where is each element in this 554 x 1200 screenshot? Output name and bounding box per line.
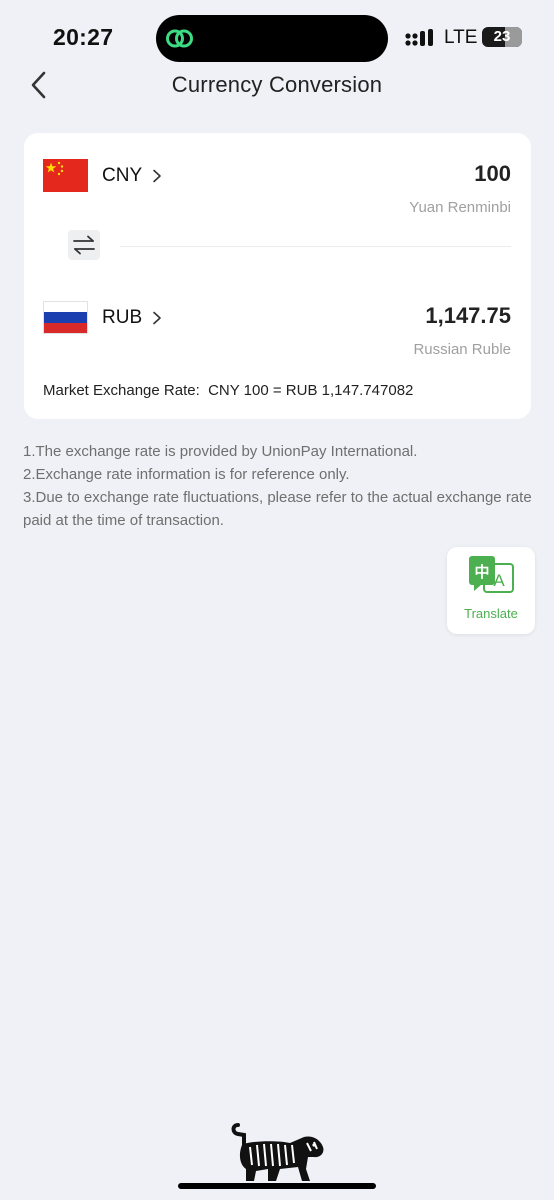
chevron-right-icon (153, 169, 161, 183)
note-item: 1.The exchange rate is provided by Union… (23, 443, 418, 460)
battery-level: 23 (493, 28, 511, 45)
from-currency-code: CNY (102, 165, 143, 186)
to-currency-row: RUB 1,147.75 Russian Ruble (24, 297, 531, 367)
from-currency-name: Yuan Renminbi (409, 199, 511, 216)
svg-text:A: A (493, 571, 505, 590)
divider (120, 246, 511, 247)
market-exchange-rate: Market Exchange Rate: CNY 100 = RUB 1,14… (43, 382, 413, 399)
translate-label: Translate (464, 606, 518, 621)
to-currency-selector[interactable]: RUB (102, 305, 162, 331)
note-item: 3.Due to exchange rate fluctuations, ple… (23, 489, 532, 529)
disclaimer-notes: 1.The exchange rate is provided by Union… (23, 440, 533, 532)
tiger-logo-icon (231, 1123, 324, 1181)
svg-text:中: 中 (474, 563, 489, 581)
from-amount-input[interactable]: 100 (474, 161, 511, 187)
swap-currencies-button[interactable] (68, 230, 100, 260)
chevron-right-icon (153, 311, 161, 325)
page-title: Currency Conversion (171, 72, 383, 97)
rate-value: CNY 100 = RUB 1,147.747082 (208, 382, 414, 399)
from-currency-row: CNY 100 Yuan Renminbi (24, 155, 531, 225)
signal-icon (405, 29, 433, 46)
from-currency-selector[interactable]: CNY (102, 163, 162, 189)
to-currency-name: Russian Ruble (413, 341, 511, 358)
russia-flag-icon[interactable] (43, 301, 88, 334)
translate-icon: A 中 (469, 556, 514, 593)
china-flag-icon[interactable] (43, 159, 88, 192)
to-currency-code: RUB (102, 307, 143, 328)
nav-bar: Currency Conversion (0, 62, 554, 108)
app-activity-icon (166, 29, 193, 48)
battery-icon: 23 (482, 27, 522, 47)
status-time: 20:27 (53, 24, 114, 50)
to-amount-input[interactable]: 1,147.75 (425, 303, 511, 329)
home-indicator[interactable] (178, 1183, 376, 1189)
swap-arrows-icon (73, 235, 95, 255)
dynamic-island (156, 15, 388, 62)
translate-button[interactable]: A 中 Translate (447, 547, 535, 634)
note-item: 2.Exchange rate information is for refer… (23, 466, 350, 483)
rate-label: Market Exchange Rate: (43, 382, 200, 399)
network-type: LTE (444, 27, 478, 48)
converter-card: CNY 100 Yuan Renminbi RUB 1,147.75 Russi… (24, 133, 531, 419)
